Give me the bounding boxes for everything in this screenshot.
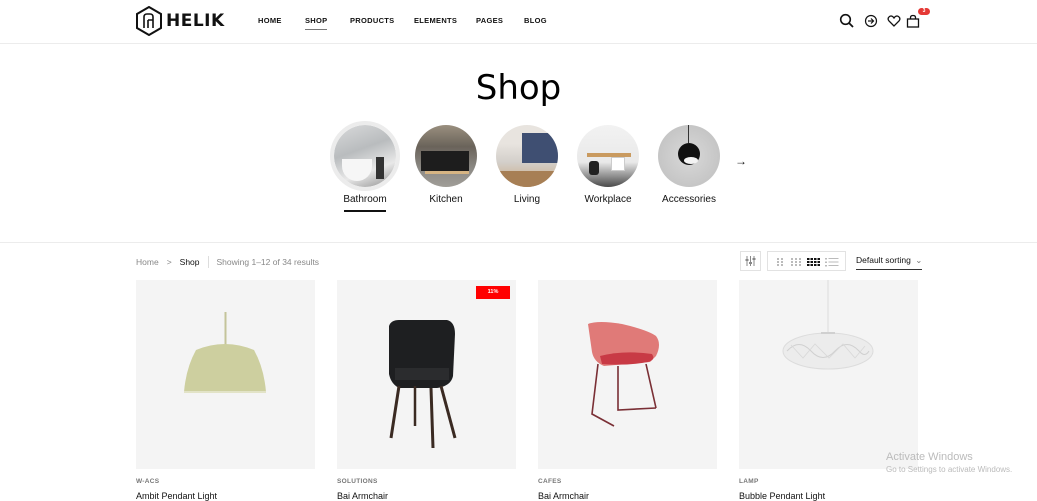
product-category[interactable]: W-ACS — [136, 478, 315, 485]
category-workplace[interactable]: Workplace — [568, 125, 648, 205]
product-category[interactable]: SOLUTIONS — [337, 478, 516, 485]
product-card: 11% SOLUTIONS Bai Armchair — [337, 280, 516, 501]
logo[interactable]: HELIK — [136, 6, 225, 36]
grid-3-icon[interactable] — [791, 257, 803, 267]
section-divider — [0, 242, 1037, 243]
breadcrumb-divider — [207, 256, 209, 268]
nav-blog[interactable]: BLOG — [524, 16, 547, 25]
category-living[interactable]: Living — [487, 125, 567, 205]
nav-products[interactable]: PRODUCTS — [350, 16, 395, 25]
category-label: Living — [513, 194, 541, 205]
grid-2-icon[interactable] — [776, 257, 786, 267]
filter-sliders-icon — [745, 256, 756, 266]
filter-button[interactable] — [740, 251, 761, 271]
cart-count-badge: 3 — [918, 8, 930, 15]
product-image[interactable]: 11% — [337, 280, 516, 469]
category-image-accessories — [658, 125, 720, 187]
logo-text: HELIK — [166, 11, 225, 31]
category-kitchen[interactable]: Kitchen — [406, 125, 486, 205]
category-label: Accessories — [662, 194, 716, 205]
category-image-bathroom — [330, 121, 400, 191]
sort-label: Default sorting — [856, 255, 911, 265]
category-active-underline — [344, 210, 386, 212]
site-header: HELIK HOME SHOP PRODUCTS ELEMENTS PAGES … — [0, 0, 1037, 44]
sort-dropdown[interactable]: Default sorting ⌄ — [856, 255, 923, 270]
category-bathroom[interactable]: Bathroom — [325, 121, 405, 212]
product-image[interactable] — [538, 280, 717, 469]
product-category[interactable]: CAFES — [538, 478, 717, 485]
page-title: Shop — [475, 68, 562, 108]
list-view-icon[interactable] — [825, 257, 839, 267]
category-accessories[interactable]: Accessories — [649, 125, 729, 205]
grid-4-icon[interactable] — [807, 257, 821, 267]
breadcrumb-separator: > — [166, 257, 172, 267]
category-label: Kitchen — [429, 194, 463, 205]
pendant-lamp-image — [184, 312, 266, 393]
bubble-pendant-image — [782, 280, 874, 370]
breadcrumb: Home > Shop Showing 1–12 of 34 results — [136, 256, 319, 268]
nav-home[interactable]: HOME — [258, 16, 282, 25]
pink-armchair-image — [588, 322, 659, 427]
category-image-living — [496, 125, 558, 187]
breadcrumb-current: Shop — [179, 257, 200, 267]
logo-hexagon-icon — [136, 6, 162, 36]
product-card: CAFES Bai Armchair — [538, 280, 717, 501]
grid-view-switcher — [767, 251, 846, 271]
product-card: LAMP Bubble Pendant Light — [739, 280, 918, 501]
product-category[interactable]: LAMP — [739, 478, 918, 485]
search-icon[interactable] — [839, 13, 855, 29]
nav-elements[interactable]: ELEMENTS — [414, 16, 457, 25]
nav-shop[interactable]: SHOP — [305, 16, 328, 30]
results-count: Showing 1–12 of 34 results — [216, 257, 320, 267]
breadcrumb-home[interactable]: Home — [136, 257, 159, 267]
categories-next-arrow[interactable]: → — [735, 154, 747, 168]
product-image[interactable] — [739, 280, 918, 469]
product-image[interactable] — [136, 280, 315, 469]
heart-icon[interactable] — [886, 13, 902, 29]
black-armchair-image — [389, 320, 457, 449]
category-label: Workplace — [584, 194, 632, 205]
category-image-kitchen — [415, 125, 477, 187]
nav-pages[interactable]: PAGES — [476, 16, 503, 25]
sale-badge: 11% — [476, 286, 510, 299]
product-card: W-ACS Ambit Pendant Light — [136, 280, 315, 501]
category-image-workplace — [577, 125, 639, 187]
cart-icon[interactable] — [905, 13, 921, 29]
chevron-down-icon: ⌄ — [915, 255, 923, 265]
login-icon[interactable] — [863, 13, 879, 29]
category-label: Bathroom — [343, 194, 387, 205]
